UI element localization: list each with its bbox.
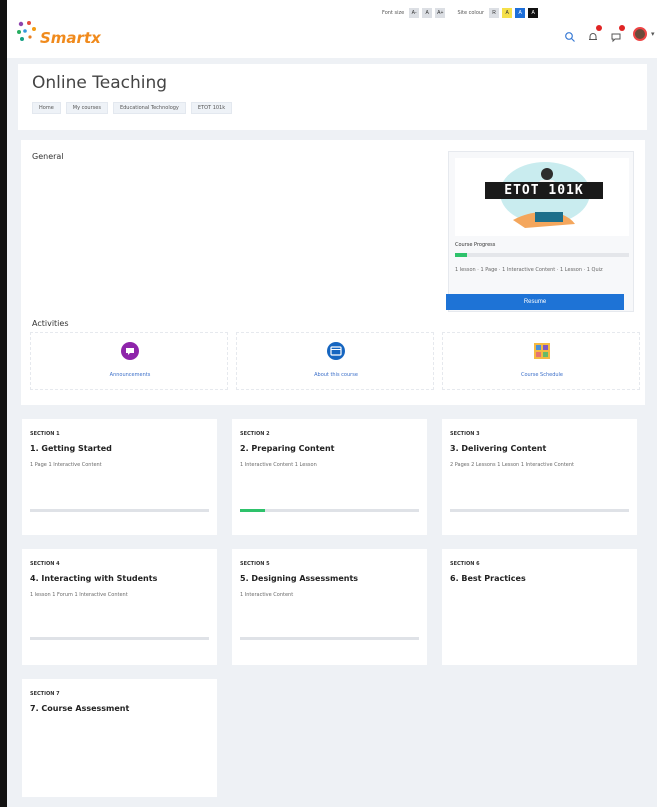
colour-dark-button[interactable]: A — [528, 8, 539, 18]
site-colour-label: Site colour — [457, 10, 485, 16]
section-title[interactable]: 6. Best Practices — [450, 574, 526, 583]
course-progress-label: Course Progress — [455, 242, 496, 248]
section-title[interactable]: 2. Preparing Content — [240, 444, 334, 453]
section-number: SECTION 5 — [240, 561, 270, 567]
breadcrumb-course[interactable]: ETOT 101k — [190, 102, 233, 114]
section-progress-bar — [30, 637, 209, 640]
breadcrumb-home[interactable]: Home — [32, 102, 61, 114]
activities-heading: Activities — [32, 319, 69, 328]
font-decrease-button[interactable]: A- — [409, 8, 420, 18]
section-activity-summary: 1 lesson 1 Forum 1 Interactive Content — [30, 592, 128, 598]
search-icon[interactable] — [564, 28, 576, 42]
section-card-3[interactable]: SECTION 3 3. Delivering Content 2 Pages … — [442, 419, 637, 535]
page: Smartx Font size A- A A+ Site colour R A… — [7, 0, 657, 807]
notification-badge — [596, 25, 602, 31]
section-number: SECTION 3 — [450, 431, 480, 437]
font-increase-button[interactable]: A+ — [435, 8, 446, 18]
section-card-5[interactable]: SECTION 5 5. Designing Assessments 1 Int… — [232, 549, 427, 665]
chevron-down-icon[interactable]: ▾ — [651, 30, 655, 38]
bell-icon[interactable] — [587, 25, 602, 40]
section-number: SECTION 1 — [30, 431, 60, 437]
section-card-1[interactable]: SECTION 1 1. Getting Started 1 Page 1 In… — [22, 419, 217, 535]
section-number: SECTION 2 — [240, 431, 270, 437]
colour-yellow-button[interactable]: A — [502, 8, 513, 18]
logo-text: Smartx — [40, 29, 101, 47]
section-activity-summary: 1 Interactive Content — [240, 592, 294, 598]
activity-label: Course Schedule — [520, 372, 564, 378]
section-card-4[interactable]: SECTION 4 4. Interacting with Students 1… — [22, 549, 217, 665]
section-progress-bar — [450, 509, 629, 512]
section-progress-bar — [240, 509, 419, 512]
section-progress-bar — [240, 637, 419, 640]
section-progress-bar — [30, 509, 209, 512]
colour-blue-button[interactable]: A — [515, 8, 526, 18]
user-avatar[interactable] — [633, 27, 647, 41]
breadcrumb-category[interactable]: Educational Technology — [112, 102, 186, 114]
section-number: SECTION 6 — [450, 561, 480, 567]
chat-icon[interactable] — [610, 25, 625, 43]
logo-icon — [17, 21, 36, 41]
activity-label: About this course — [314, 372, 358, 378]
section-activity-summary: 2 Pages 2 Lessons 1 Lesson 1 Interactive… — [450, 462, 574, 468]
window-edge — [0, 0, 7, 807]
general-heading: General — [32, 152, 64, 161]
breadcrumb: Home My courses Educational Technology E… — [32, 102, 233, 114]
section-card-7[interactable]: SECTION 7 7. Course Assessment — [22, 679, 217, 797]
font-reset-button[interactable]: A — [422, 8, 433, 18]
section-number: SECTION 7 — [30, 691, 60, 697]
section-progress-fill — [240, 509, 266, 512]
page-title: Online Teaching — [32, 73, 168, 93]
activity-label: Announcements — [109, 372, 151, 378]
font-size-label: Font size — [382, 10, 405, 16]
section-title[interactable]: 4. Interacting with Students — [30, 574, 157, 583]
message-badge — [619, 25, 625, 31]
course-info-icon — [327, 342, 345, 360]
course-summary-panel: ETOT 101K Course Progress 1 lesson · 1 P… — [448, 151, 634, 312]
activity-about-course[interactable]: About this course — [236, 332, 434, 390]
breadcrumb-my-courses[interactable]: My courses — [65, 102, 108, 114]
page-header: Online Teaching Home My courses Educatio… — [18, 64, 647, 130]
course-activity-summary: 1 lesson · 1 Page · 1 Interactive Conten… — [455, 267, 603, 273]
announcements-icon — [121, 342, 139, 360]
section-activity-summary: 1 Interactive Content 1 Lesson — [240, 462, 317, 468]
section-number: SECTION 4 — [30, 561, 60, 567]
course-progress-bar — [455, 253, 629, 257]
general-section: General ETOT 101K Course Progress 1 less… — [21, 140, 645, 405]
resume-button[interactable]: Resume — [446, 294, 624, 310]
section-card-2[interactable]: SECTION 2 2. Preparing Content 1 Interac… — [232, 419, 427, 535]
section-title[interactable]: 5. Designing Assessments — [240, 574, 358, 583]
accessibility-toolbar: Font size A- A A+ Site colour R A A A — [382, 7, 539, 19]
schedule-icon — [534, 343, 550, 359]
site-logo[interactable]: Smartx — [15, 20, 125, 50]
section-card-6[interactable]: SECTION 6 6. Best Practices — [442, 549, 637, 665]
header-actions: ▾ — [564, 25, 655, 43]
course-image: ETOT 101K — [455, 158, 629, 236]
section-activity-summary: 1 Page 1 Interactive Content — [30, 462, 102, 468]
section-title[interactable]: 1. Getting Started — [30, 444, 112, 453]
activity-course-schedule[interactable]: Course Schedule — [442, 332, 640, 390]
course-code-banner: ETOT 101K — [485, 182, 603, 199]
colour-reset-button[interactable]: R — [489, 8, 500, 18]
section-title[interactable]: 3. Delivering Content — [450, 444, 546, 453]
activity-announcements[interactable]: Announcements — [30, 332, 228, 390]
top-navbar: Smartx Font size A- A A+ Site colour R A… — [7, 0, 657, 58]
section-title[interactable]: 7. Course Assessment — [30, 704, 129, 713]
course-progress-fill — [455, 253, 468, 257]
